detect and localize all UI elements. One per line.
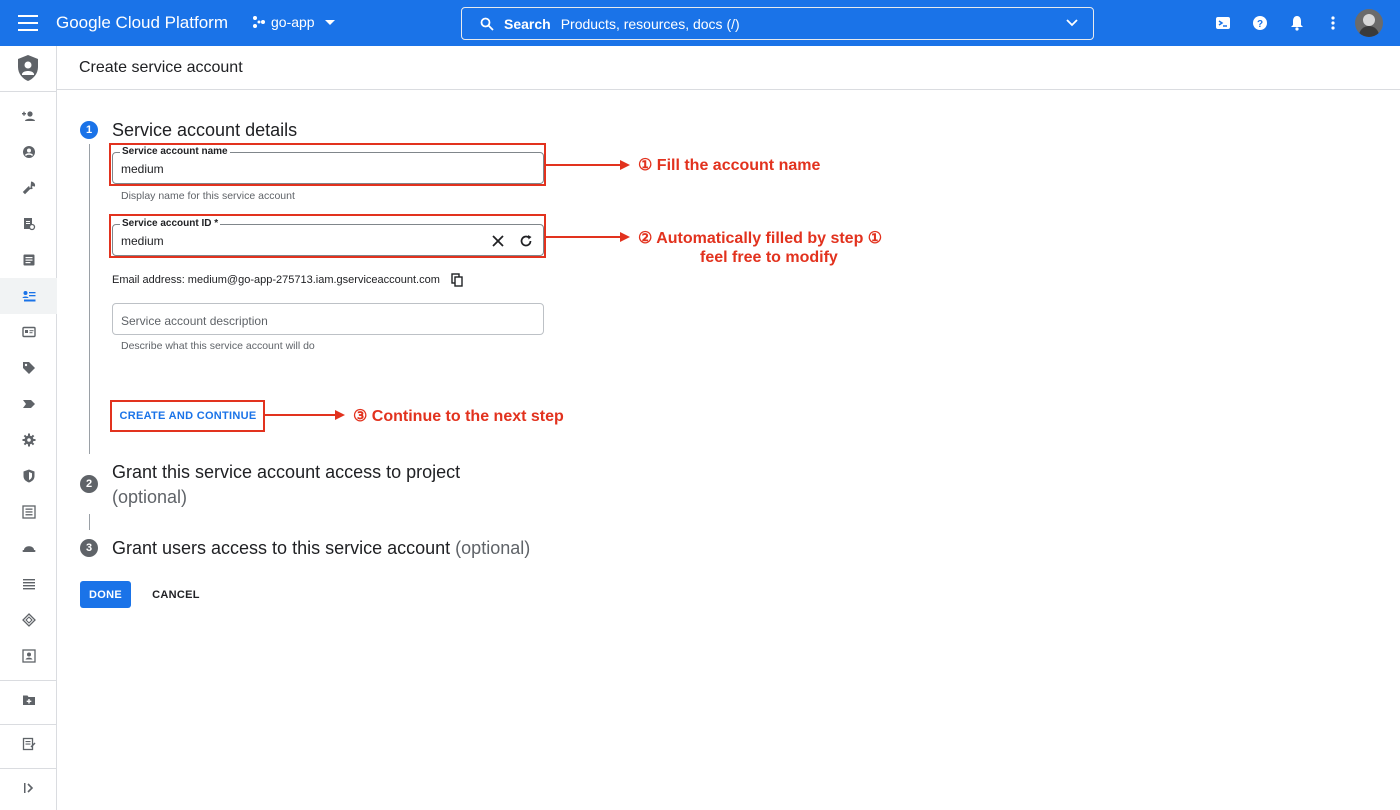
chevron-down-icon[interactable] [1065,18,1079,28]
sidebar-item-org-policies[interactable] [0,242,57,278]
email-address: Email address: medium@go-app-275713.iam.… [112,274,440,286]
step-3-optional: (optional) [455,538,531,558]
svg-text:?: ? [1257,19,1263,30]
sidebar-item-tags[interactable] [0,386,57,422]
step-connector [89,144,90,454]
search-bar[interactable]: Search Products, resources, docs (/) [461,7,1094,40]
app-title[interactable]: Google Cloud Platform [56,13,228,33]
divider [0,768,57,769]
sidebar-item-essential-contacts[interactable] [0,602,57,638]
arrowhead-icon [335,410,345,420]
menu-icon[interactable] [18,15,38,31]
page-title: Create service account [79,59,243,76]
step-1-title-text: Service account details [112,120,298,140]
step-3-title-text: Grant users access to this service accou… [112,538,451,558]
label-icon [22,400,35,408]
shield-icon [23,469,34,483]
policy-doc-icon [23,218,35,231]
service-account-name-hint: Display name for this service account [121,190,295,202]
help-icon[interactable]: ? [1251,14,1269,32]
sidebar-item-identity-aware-proxy[interactable] [0,494,57,530]
annotation-step-2: ② Automatically filled by step ① [638,230,883,247]
annotation-box-name [109,143,546,186]
settings-icon [22,433,35,447]
sidebar-expand-button[interactable] [0,770,57,806]
annotation-box-create [110,400,265,432]
description-placeholder[interactable]: Service account description [121,314,268,328]
sidebar-item-privacy-security[interactable] [0,458,57,494]
step-1-indicator: 1 [80,121,98,139]
notifications-icon[interactable] [1288,14,1306,32]
sidebar-item-identity[interactable] [0,134,57,170]
project-icon [253,16,265,28]
workload-identity-icon [21,326,36,338]
account-circle-icon [22,146,35,158]
sidebar-item-settings[interactable] [0,422,57,458]
sidebar-item-roles[interactable] [0,530,57,566]
sidebar-item-policy-analyzer[interactable] [0,206,57,242]
arrowhead-icon [620,232,630,242]
roles-icon [21,649,36,663]
more-vert-icon[interactable] [1324,14,1342,32]
step-1-title: Service account details [112,120,297,141]
description-hint: Describe what this service account will … [121,340,315,352]
sidebar [0,46,57,810]
identity-aware-icon [21,505,36,519]
sidebar-item-audit-logs[interactable] [0,566,57,602]
iam-shield-logo [16,54,40,87]
annotation-step-2-sub: feel free to modify [700,249,838,266]
divider [0,91,57,92]
expand-sidebar-icon [23,783,33,793]
cancel-button[interactable]: CANCEL [144,581,208,608]
audit-log-icon [23,254,34,266]
divider [0,680,57,681]
step-2-optional: (optional) [112,487,188,507]
hat-icon [22,546,35,552]
page-header: Create service account [57,46,1400,90]
sidebar-item-manage-resources[interactable] [0,682,57,718]
done-button[interactable]: DONE [80,581,131,608]
step-2-indicator: 2 [80,475,98,493]
arrowhead-icon [620,160,630,170]
step-3-title[interactable]: Grant users access to this service accou… [112,538,530,559]
search-hint: Products, resources, docs (/) [560,15,740,32]
sidebar-item-release-notes[interactable] [0,726,57,762]
sidebar-item-labels[interactable] [0,350,57,386]
service-account-description-field[interactable]: Service account description [112,303,544,335]
cloud-shell-icon[interactable] [1214,14,1232,32]
search-label: Search [504,15,551,32]
project-picker[interactable]: go-app [252,14,335,30]
sidebar-item-service-accounts[interactable] [0,278,57,314]
copy-icon[interactable] [451,273,463,287]
notes-icon [22,737,36,751]
diamond-icon [21,613,36,627]
sidebar-item-workload-identity[interactable] [0,314,57,350]
step-connector [89,514,90,530]
step-3-indicator: 3 [80,539,98,557]
top-app-bar: Google Cloud Platform go-app Search Prod… [0,0,1400,46]
project-name: go-app [271,14,315,30]
tag-icon [22,362,35,374]
divider [0,724,57,725]
avatar[interactable] [1355,9,1383,37]
annotation-step-3: ③ Continue to the next step [353,408,564,425]
sidebar-item-troubleshooter[interactable] [0,170,57,206]
search-icon [480,17,494,31]
folder-plus-icon [22,695,35,705]
sidebar-item-groups[interactable] [0,638,57,674]
add-person-icon [21,111,35,121]
list-icon [22,579,35,590]
chevron-down-icon [324,19,335,25]
wrench-icon [22,181,35,195]
sidebar-item-iam[interactable] [0,98,57,134]
service-accounts-icon [22,291,35,302]
step-2-title[interactable]: Grant this service account access to pro… [112,462,460,483]
annotation-step-1: ① Fill the account name [638,157,821,174]
annotation-box-id [109,214,546,258]
